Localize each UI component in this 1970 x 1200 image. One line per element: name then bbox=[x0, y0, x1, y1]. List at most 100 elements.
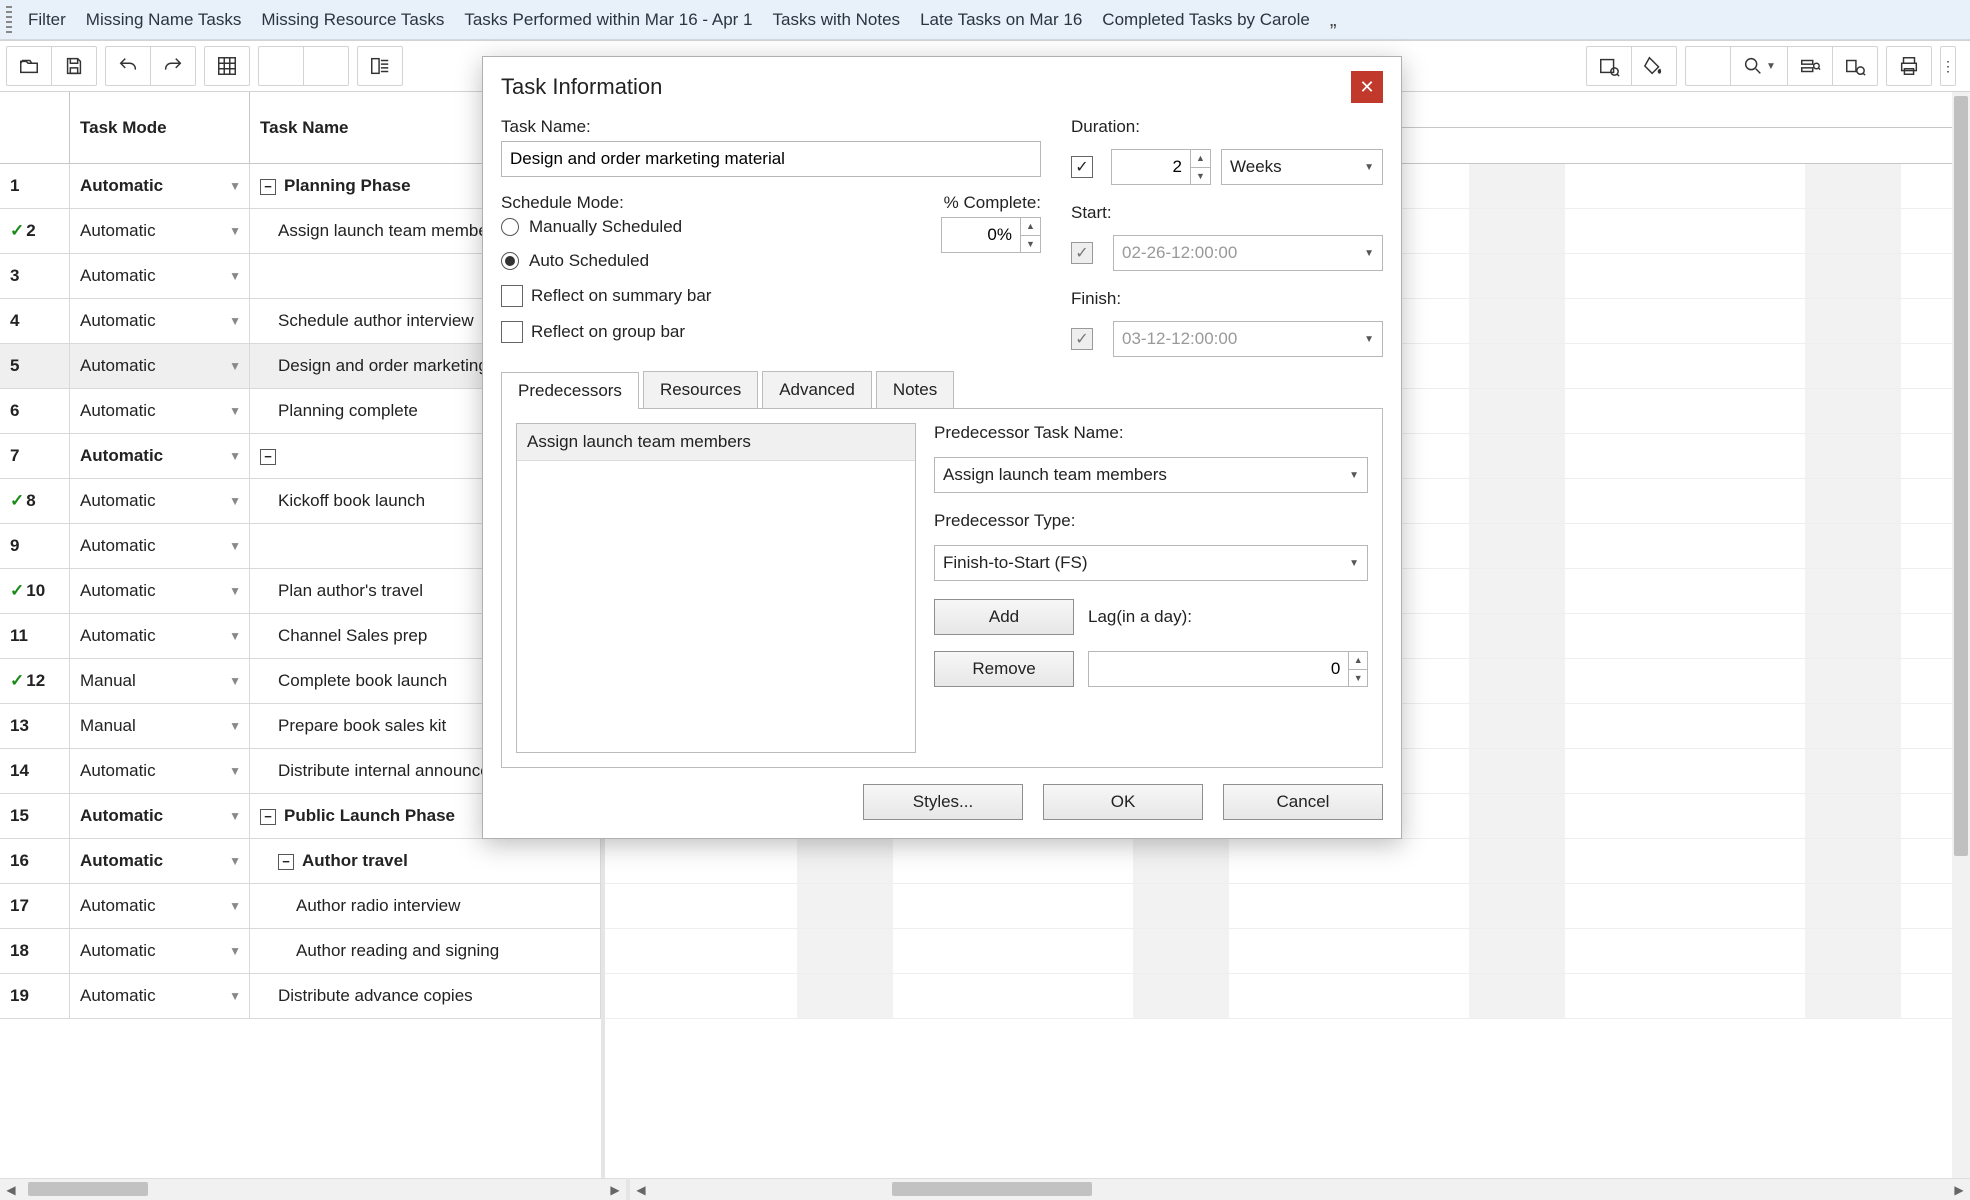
task-mode-cell[interactable]: Automatic▼ bbox=[70, 344, 250, 388]
row-id[interactable]: 10 bbox=[0, 569, 70, 613]
pred-type-select[interactable]: Finish-to-Start (FS) ▼ bbox=[934, 545, 1368, 581]
task-mode-cell[interactable]: Automatic▼ bbox=[70, 749, 250, 793]
card-view-button[interactable] bbox=[358, 46, 402, 86]
tab-resources[interactable]: Resources bbox=[643, 371, 758, 408]
print-button[interactable] bbox=[1887, 46, 1931, 86]
spin-down-icon[interactable]: ▼ bbox=[1191, 168, 1210, 185]
task-mode-cell[interactable]: Automatic▼ bbox=[70, 164, 250, 208]
task-mode-cell[interactable]: Automatic▼ bbox=[70, 884, 250, 928]
tab-notes[interactable]: Notes bbox=[876, 371, 954, 408]
task-name-cell[interactable]: Author radio interview bbox=[250, 884, 601, 928]
row-id[interactable]: 7 bbox=[0, 434, 70, 478]
task-mode-cell[interactable]: Manual▼ bbox=[70, 704, 250, 748]
move-up-button[interactable] bbox=[259, 46, 303, 86]
row-id[interactable]: 11 bbox=[0, 614, 70, 658]
duration-input[interactable] bbox=[1112, 150, 1190, 184]
row-id[interactable]: 14 bbox=[0, 749, 70, 793]
table-row[interactable]: 18Automatic▼Author reading and signing bbox=[0, 929, 601, 974]
open-button[interactable] bbox=[7, 46, 51, 86]
task-mode-cell[interactable]: Automatic▼ bbox=[70, 839, 250, 883]
task-mode-cell[interactable]: Automatic▼ bbox=[70, 974, 250, 1018]
scrollbar-thumb[interactable] bbox=[28, 1182, 148, 1196]
row-id[interactable]: 2 bbox=[0, 209, 70, 253]
filter-overflow-icon[interactable]: „ bbox=[1320, 15, 1347, 25]
row-id[interactable]: 17 bbox=[0, 884, 70, 928]
task-mode-cell[interactable]: Automatic▼ bbox=[70, 479, 250, 523]
duration-unit-select[interactable]: Weeks ▼ bbox=[1221, 149, 1383, 185]
filter-date-range[interactable]: Tasks Performed within Mar 16 - Apr 1 bbox=[454, 4, 762, 36]
spin-up-icon[interactable]: ▲ bbox=[1349, 652, 1367, 670]
ok-button[interactable]: OK bbox=[1043, 784, 1203, 820]
spin-down-icon[interactable]: ▼ bbox=[1021, 236, 1040, 253]
scroll-right-icon[interactable]: ▶ bbox=[1948, 1178, 1970, 1200]
vertical-scrollbar[interactable] bbox=[1952, 92, 1970, 1178]
row-id[interactable]: 16 bbox=[0, 839, 70, 883]
row-id[interactable]: 1 bbox=[0, 164, 70, 208]
pred-task-name-select[interactable]: Assign launch team members ▼ bbox=[934, 457, 1368, 493]
column-task-mode[interactable]: Task Mode bbox=[70, 92, 250, 163]
filter-completed-by[interactable]: Completed Tasks by Carole bbox=[1092, 4, 1320, 36]
table-row[interactable]: 16Automatic▼−Author travel bbox=[0, 839, 601, 884]
scrollbar-thumb[interactable] bbox=[892, 1182, 1092, 1196]
table-row[interactable]: 17Automatic▼Author radio interview bbox=[0, 884, 601, 929]
collapse-toggle[interactable]: − bbox=[260, 179, 276, 195]
checkbox-reflect-group[interactable]: Reflect on group bar bbox=[501, 321, 921, 343]
task-name-input[interactable] bbox=[501, 141, 1041, 177]
row-id[interactable]: 19 bbox=[0, 974, 70, 1018]
save-button[interactable] bbox=[52, 46, 96, 86]
task-name-cell[interactable]: −Author travel bbox=[250, 839, 601, 883]
task-mode-cell[interactable]: Automatic▼ bbox=[70, 209, 250, 253]
task-mode-cell[interactable]: Automatic▼ bbox=[70, 569, 250, 613]
toolbar-overflow-button[interactable]: ⋮ bbox=[1941, 46, 1955, 86]
row-id[interactable]: 6 bbox=[0, 389, 70, 433]
drag-handle-icon[interactable] bbox=[6, 6, 12, 34]
filter-missing-resource[interactable]: Missing Resource Tasks bbox=[251, 4, 454, 36]
goto-button[interactable] bbox=[1833, 46, 1877, 86]
row-id[interactable]: 5 bbox=[0, 344, 70, 388]
pct-complete-input[interactable] bbox=[942, 218, 1020, 252]
duration-enable-checkbox[interactable] bbox=[1071, 156, 1093, 178]
collapse-toggle[interactable]: − bbox=[260, 449, 276, 465]
row-id[interactable]: 13 bbox=[0, 704, 70, 748]
grid-button[interactable] bbox=[205, 46, 249, 86]
task-mode-cell[interactable]: Automatic▼ bbox=[70, 794, 250, 838]
cancel-button[interactable]: Cancel bbox=[1223, 784, 1383, 820]
scroll-right-icon[interactable]: ▶ bbox=[604, 1178, 626, 1200]
row-id[interactable]: 12 bbox=[0, 659, 70, 703]
filter-late[interactable]: Late Tasks on Mar 16 bbox=[910, 4, 1092, 36]
row-id[interactable]: 15 bbox=[0, 794, 70, 838]
predecessor-list[interactable]: Assign launch team members bbox=[516, 423, 916, 753]
table-row[interactable]: 19Automatic▼Distribute advance copies bbox=[0, 974, 601, 1019]
checkbox-reflect-summary[interactable]: Reflect on summary bar bbox=[501, 285, 921, 307]
row-id[interactable]: 8 bbox=[0, 479, 70, 523]
lag-input[interactable] bbox=[1089, 652, 1348, 686]
task-mode-cell[interactable]: Automatic▼ bbox=[70, 524, 250, 568]
add-button[interactable]: Add bbox=[934, 599, 1074, 635]
styles-button[interactable]: Styles... bbox=[863, 784, 1023, 820]
scroll-left-icon[interactable]: ◀ bbox=[630, 1178, 652, 1200]
tab-advanced[interactable]: Advanced bbox=[762, 371, 872, 408]
task-mode-cell[interactable]: Automatic▼ bbox=[70, 929, 250, 973]
task-name-cell[interactable]: Distribute advance copies bbox=[250, 974, 601, 1018]
task-mode-cell[interactable]: Automatic▼ bbox=[70, 389, 250, 433]
predecessor-list-item[interactable]: Assign launch team members bbox=[517, 424, 915, 461]
spin-up-icon[interactable]: ▲ bbox=[1021, 218, 1040, 236]
filter-missing-name[interactable]: Missing Name Tasks bbox=[76, 4, 252, 36]
row-id[interactable]: 3 bbox=[0, 254, 70, 298]
task-mode-cell[interactable]: Automatic▼ bbox=[70, 434, 250, 478]
undo-button[interactable] bbox=[106, 46, 150, 86]
collapse-toggle[interactable]: − bbox=[260, 809, 276, 825]
row-id[interactable]: 9 bbox=[0, 524, 70, 568]
task-mode-cell[interactable]: Automatic▼ bbox=[70, 299, 250, 343]
redo-button[interactable] bbox=[151, 46, 195, 86]
find-task-button[interactable] bbox=[1788, 46, 1832, 86]
task-name-cell[interactable]: Author reading and signing bbox=[250, 929, 601, 973]
lag-spinner[interactable]: ▲▼ bbox=[1088, 651, 1368, 687]
scroll-left-icon[interactable]: ◀ bbox=[0, 1178, 22, 1200]
move-down-button[interactable] bbox=[304, 46, 348, 86]
scrollbar-thumb[interactable] bbox=[1954, 96, 1968, 856]
radio-manual[interactable]: Manually Scheduled bbox=[501, 217, 921, 237]
fill-button[interactable] bbox=[1632, 46, 1676, 86]
collapse-toggle[interactable]: − bbox=[278, 854, 294, 870]
pct-complete-spinner[interactable]: ▲▼ bbox=[941, 217, 1041, 253]
